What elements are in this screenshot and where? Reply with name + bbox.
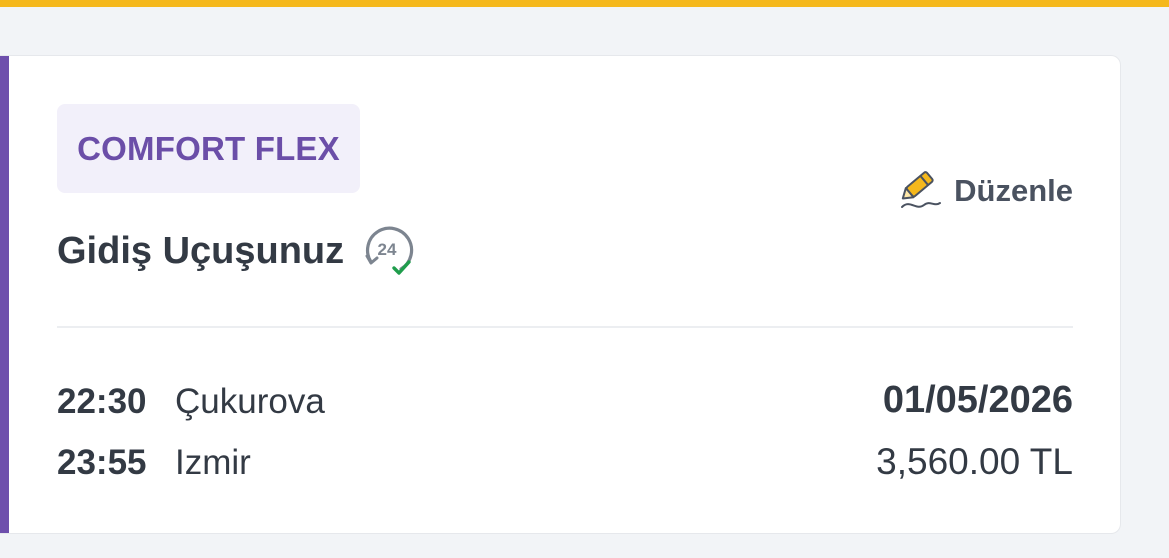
departure-row: 22:30 Çukurova: [57, 380, 325, 424]
card-accent-stripe: [0, 56, 9, 533]
arrival-time: 23:55: [57, 443, 147, 482]
departure-city: Çukurova: [175, 382, 325, 421]
top-accent-bar: [0, 0, 1169, 7]
flight-date: 01/05/2026: [882, 379, 1073, 421]
departure-time: 22:30: [57, 382, 147, 421]
arrival-city: Izmir: [175, 443, 251, 482]
flight-price: 3,560.00 TL: [876, 441, 1073, 482]
arrival-row: 23:55 Izmir: [57, 441, 251, 485]
fare-badge-label: COMFORT FLEX: [77, 129, 340, 167]
flight-title-row: Gidiş Uçuşunuz 24: [57, 221, 415, 281]
support-icon-text: 24: [378, 240, 397, 259]
edit-button-label: Düzenle: [954, 173, 1073, 208]
edit-button[interactable]: Düzenle: [896, 166, 1073, 216]
24-hour-support-icon: 24: [365, 226, 414, 275]
fare-badge: COMFORT FLEX: [57, 104, 360, 193]
flight-title: Gidiş Uçuşunuz: [57, 229, 345, 272]
flight-card: COMFORT FLEX Gidiş Uçuşunuz 24 Düzenle 2…: [0, 55, 1121, 534]
pencil-edit-icon: [901, 171, 942, 208]
divider: [57, 326, 1073, 328]
